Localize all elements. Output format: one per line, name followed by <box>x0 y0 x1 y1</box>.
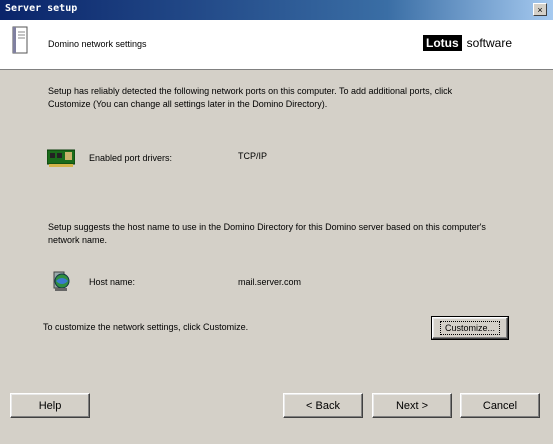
host-label: Host name: <box>89 277 136 287</box>
customize-note: To customize the network settings, click… <box>43 322 249 332</box>
ports-value: TCP/IP <box>238 151 268 161</box>
page-title: Domino network settings <box>48 39 147 49</box>
hostname-note: Setup suggests the host name to use in t… <box>48 222 486 245</box>
help-button[interactable]: Help <box>10 393 90 418</box>
logo-software: software <box>466 36 513 50</box>
intro-text: Setup has reliably detected the followin… <box>48 86 453 109</box>
back-button[interactable]: < Back <box>283 393 363 418</box>
wizard-header: Domino network settings Lotus software <box>0 20 553 70</box>
window-title: Server setup <box>5 3 78 14</box>
globe-computer-icon <box>50 270 72 294</box>
lotus-software-logo: Lotus software <box>423 35 512 51</box>
customize-button[interactable]: Customize... <box>431 316 509 340</box>
network-card-icon <box>46 148 76 170</box>
host-value: mail.server.com <box>238 277 302 287</box>
customize-button-label: Customize... <box>439 321 500 335</box>
cancel-button[interactable]: Cancel <box>460 393 540 418</box>
title-bar: Server setup × <box>0 0 553 20</box>
ports-label: Enabled port drivers: <box>89 153 173 163</box>
next-button[interactable]: Next > <box>372 393 452 418</box>
logo-lotus: Lotus <box>423 35 462 51</box>
document-icon <box>12 26 28 56</box>
close-button[interactable]: × <box>533 3 547 16</box>
